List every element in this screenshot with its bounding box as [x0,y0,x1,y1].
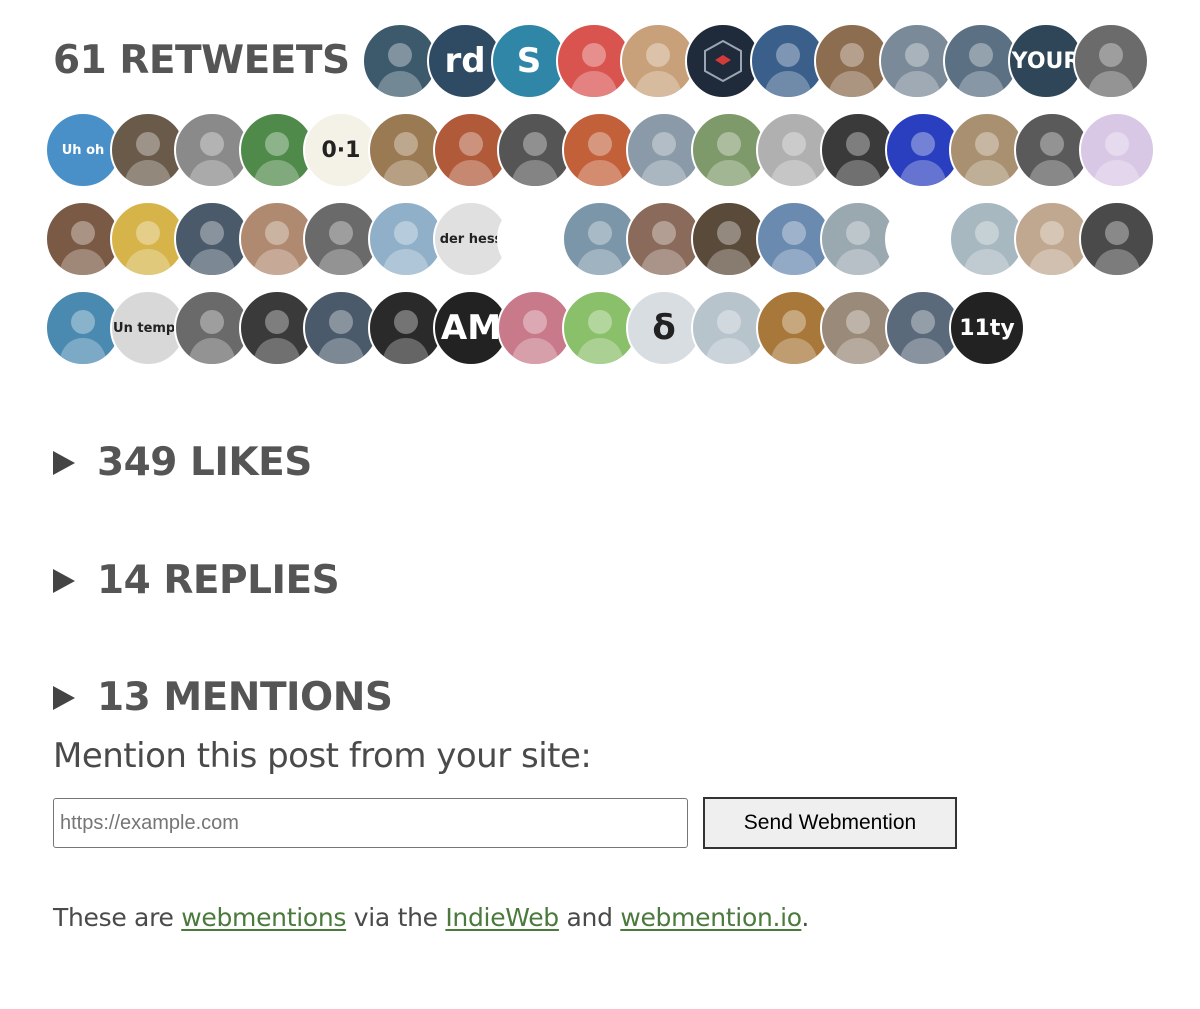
person-silhouette-icon [705,221,753,275]
person-silhouette-icon [59,310,107,364]
mention-prompt: Mention this post from your site: [53,736,592,776]
cube-icon [704,39,742,83]
person-silhouette-icon [634,43,682,97]
person-silhouette-icon [1093,221,1141,275]
avatar-label: δ [652,308,676,348]
person-silhouette-icon [834,310,882,364]
person-silhouette-icon [834,221,882,275]
person-silhouette-icon [957,43,1005,97]
retweeter-avatar[interactable] [1073,23,1149,99]
footer-text: These are [53,903,182,932]
person-silhouette-icon [705,310,753,364]
person-silhouette-icon [640,221,688,275]
replies-summary[interactable]: 14 REPLIES [53,558,340,603]
footer-text: . [801,903,809,932]
send-webmention-button[interactable]: Send Webmention [703,797,957,849]
person-silhouette-icon [963,132,1011,186]
person-silhouette-icon [317,310,365,364]
avatar-label: YOUR [1011,48,1081,74]
url-input[interactable] [53,798,688,848]
footer-text: and [558,903,621,932]
avatar-label: Un temps [113,320,183,336]
likes-label: 349 LIKES [97,440,312,485]
mentions-label: 13 MENTIONS [97,675,393,720]
person-silhouette-icon [382,132,430,186]
footer-text: via the [346,903,446,932]
disclosure-triangle-icon [53,568,75,593]
person-silhouette-icon [511,132,559,186]
person-silhouette-icon [511,310,559,364]
person-silhouette-icon [640,132,688,186]
avatar-label: Uh oh [61,142,105,158]
retweeter-avatar[interactable] [1079,112,1155,188]
mentions-summary[interactable]: 13 MENTIONS [53,675,393,720]
person-silhouette-icon [828,43,876,97]
person-silhouette-icon [1028,221,1076,275]
person-silhouette-icon [317,221,365,275]
avatar-label: 11ty [959,315,1015,341]
avatar-label: AM [440,308,502,348]
retweeter-avatar[interactable]: 11ty [949,290,1025,366]
footer-note: These are webmentions via the IndieWeb a… [53,903,809,932]
person-silhouette-icon [1087,43,1135,97]
likes-summary[interactable]: 349 LIKES [53,440,312,485]
person-silhouette-icon [59,221,107,275]
avatar-label: S [516,41,542,81]
person-silhouette-icon [1093,132,1141,186]
retweeter-avatar[interactable] [1079,201,1155,277]
avatar-label: der hess [439,231,503,247]
person-silhouette-icon [188,132,236,186]
person-silhouette-icon [188,221,236,275]
webmention-io-link[interactable]: webmention.io [620,903,801,932]
replies-label: 14 REPLIES [97,558,340,603]
indieweb-link[interactable]: IndieWeb [445,903,559,932]
person-silhouette-icon [382,310,430,364]
disclosure-triangle-icon [53,450,75,475]
person-silhouette-icon [188,310,236,364]
person-silhouette-icon [705,132,753,186]
webmentions-link[interactable]: webmentions [181,903,346,932]
person-silhouette-icon [382,221,430,275]
person-silhouette-icon [376,43,424,97]
disclosure-triangle-icon [53,685,75,710]
person-silhouette-icon [511,221,559,275]
retweets-heading: 61 RETWEETS [53,38,350,83]
avatar-label: 0·1 [321,137,361,163]
person-silhouette-icon [1028,132,1076,186]
avatar-label: rd [444,41,486,81]
person-silhouette-icon [963,221,1011,275]
person-silhouette-icon [834,132,882,186]
